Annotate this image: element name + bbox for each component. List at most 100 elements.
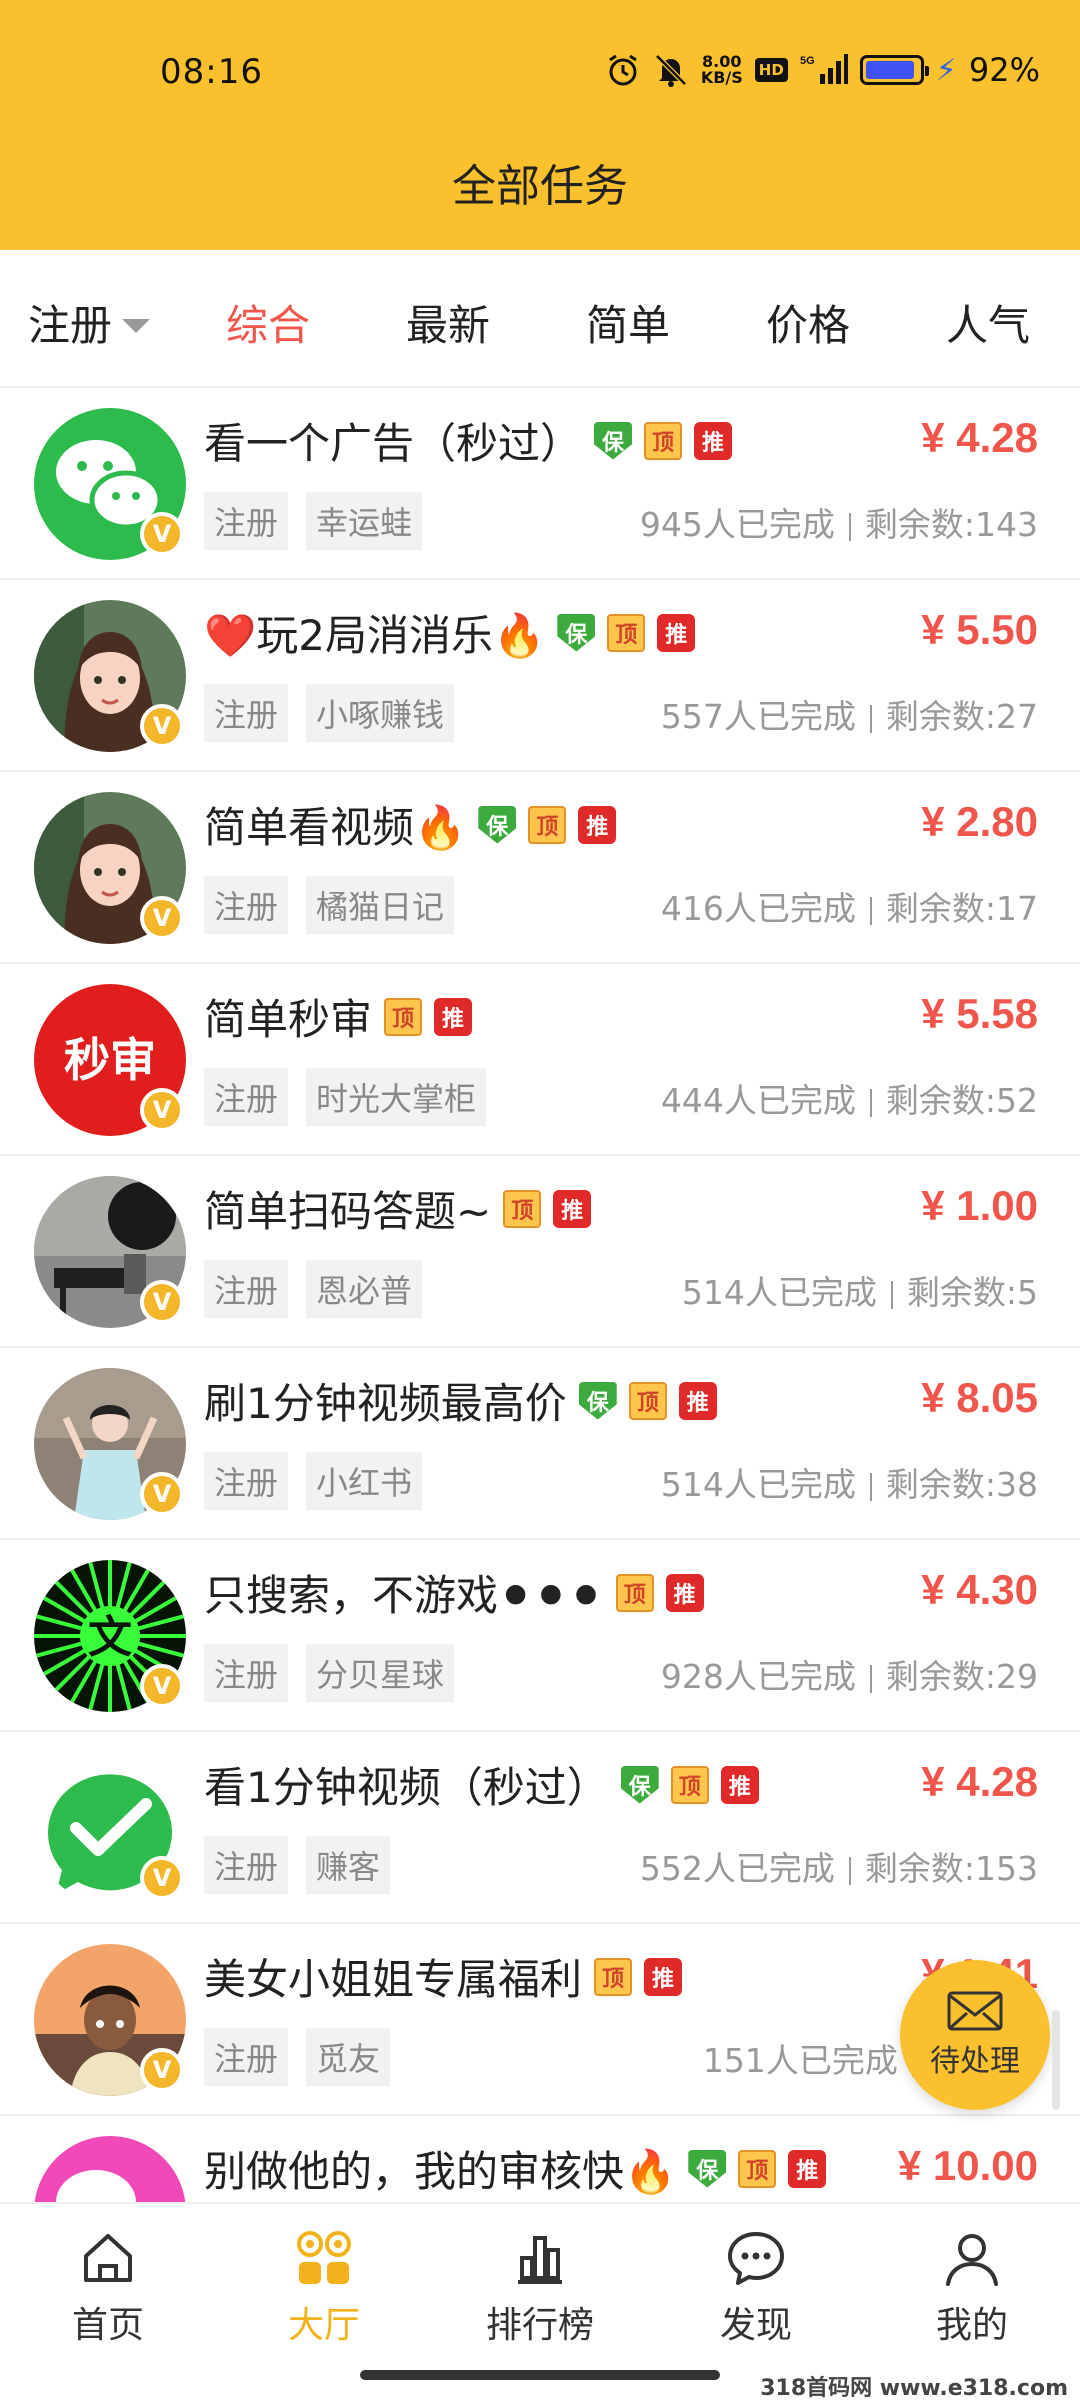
tab-newest[interactable]: 最新 [406, 292, 490, 353]
stats-divider [869, 1664, 872, 1693]
task-publisher-chip: 时光大掌柜 [306, 1068, 487, 1126]
status-icons: 8.00 KB/S HD 5G ⚡ 92% [605, 50, 1040, 90]
nav-ranking-label: 排行榜 [485, 2305, 594, 2346]
task-price: ¥ 4.28 [921, 1758, 1038, 1805]
task-category-chip: 注册 [204, 1644, 289, 1702]
task-stats: 416人已完成 剩余数:17 [661, 882, 1038, 930]
recommend-tag: 推 [665, 1573, 704, 1612]
task-publisher-chip: 赚客 [306, 1836, 391, 1894]
task-completed: 928人已完成 [660, 1657, 856, 1696]
recommend-tag: 推 [434, 997, 473, 1036]
pending-button[interactable]: 待处理 [900, 1960, 1050, 2110]
stats-divider [869, 1472, 872, 1501]
task-title: 看1分钟视频（秒过） [204, 1763, 609, 1812]
task-remaining: 剩余数:153 [864, 1849, 1038, 1888]
home-indicator[interactable] [360, 2370, 720, 2380]
task-stats: 557人已完成 剩余数:27 [661, 690, 1038, 738]
task-publisher-chip: 幸运蛙 [306, 492, 423, 550]
task-stats: 444人已完成 剩余数:52 [661, 1074, 1038, 1122]
task-price: ¥ 4.30 [921, 1566, 1038, 1613]
chat-bubble-icon [728, 2232, 784, 2285]
recommend-tag: 推 [678, 1381, 717, 1420]
task-stats: 514人已完成 剩余数:5 [682, 1266, 1038, 1314]
task-row[interactable]: V 刷1分钟视频最高价保顶推 ¥ 8.05 注册 小红书 514人已完成 剩余数:38 [0, 1348, 1080, 1540]
pin-tag: 顶 [503, 1189, 542, 1228]
task-category-chip: 注册 [204, 1068, 289, 1126]
recommend-tag: 推 [553, 1189, 592, 1228]
battery-icon [859, 55, 929, 85]
guarantee-tag: 保 [688, 2149, 727, 2188]
task-completed: 151人已完成 [702, 2041, 898, 2080]
task-stats: 514人已完成 剩余数:38 [661, 1458, 1038, 1506]
recommend-tag: 推 [657, 613, 696, 652]
tab-price[interactable]: 价格 [766, 292, 850, 353]
verified-badge-icon: V [140, 896, 184, 940]
task-row[interactable]: 文 V 只搜索，不游戏⚫⚫⚫ 顶推 ¥ 4.30 注册 分贝星球 928人已完成 剩余数:29 [0, 1540, 1080, 1732]
guarantee-tag: 保 [557, 613, 596, 652]
task-completed: 552人已完成 [639, 1849, 835, 1888]
task-remaining: 剩余数:17 [885, 889, 1038, 928]
svg-text:秒审: 秒审 [64, 1033, 156, 1087]
task-stats: 552人已完成 剩余数:153 [640, 1842, 1038, 1890]
svg-text:文: 文 [88, 1612, 132, 1663]
task-remaining: 剩余数:38 [885, 1465, 1038, 1504]
task-category-chip: 注册 [204, 684, 289, 742]
task-remaining: 剩余数:5 [906, 1273, 1038, 1312]
task-remaining: 剩余数:29 [885, 1657, 1038, 1696]
register-filter-label: 注册 [28, 301, 113, 350]
nav-discover[interactable]: 发现 [676, 2226, 836, 2348]
nav-home[interactable]: 首页 [28, 2226, 188, 2348]
guarantee-tag: 保 [478, 805, 517, 844]
task-row[interactable]: 秒审 V 简单秒审顶推 ¥ 5.58 注册 时光大掌柜 444人已完成 剩余数:52 [0, 964, 1080, 1156]
task-completed: 416人已完成 [660, 889, 856, 928]
tab-comprehensive[interactable]: 综合 [226, 292, 310, 353]
task-completed: 945人已完成 [639, 505, 835, 544]
task-row[interactable]: V 看1分钟视频（秒过） 保顶推 ¥ 4.28 注册 赚客 552人已完成 剩余数:153 [0, 1732, 1080, 1924]
stats-divider [869, 704, 872, 733]
recommend-tag: 推 [644, 1957, 683, 1996]
alarm-icon [605, 50, 641, 90]
nav-home-label: 首页 [71, 2305, 144, 2346]
nav-mine[interactable]: 我的 [892, 2226, 1052, 2348]
caret-down-icon [122, 318, 151, 333]
task-price: ¥ 5.58 [921, 990, 1038, 1037]
task-title-line: 别做他的，我的审核快🔥 保顶推 [204, 2138, 827, 2199]
ranking-icon [518, 2236, 562, 2284]
stats-divider [869, 1088, 872, 1117]
task-completed: 514人已完成 [681, 1273, 877, 1312]
nav-ranking[interactable]: 排行榜 [460, 2226, 620, 2348]
task-title-line: 只搜索，不游戏⚫⚫⚫ 顶推 [204, 1562, 704, 1623]
register-filter-dropdown[interactable]: 注册 [28, 292, 151, 353]
pin-tag: 顶 [594, 1957, 633, 1996]
task-title: 简单看视频🔥 [204, 803, 467, 852]
task-title-line: 简单秒审顶推 [204, 986, 473, 1047]
task-title: 美女小姐姐专属福利 [204, 1955, 583, 2004]
task-row[interactable]: V 简单看视频🔥 保顶推 ¥ 2.80 注册 橘猫日记 416人已完成 剩余数:17 [0, 772, 1080, 964]
net-speed-unit: KB/S [700, 68, 743, 87]
mail-icon [947, 1991, 1003, 2031]
scrollbar[interactable] [1052, 2010, 1060, 2110]
task-category-chip: 注册 [204, 1836, 289, 1894]
task-row[interactable]: V ❤️玩2局消消乐🔥 保顶推 ¥ 5.50 注册 小啄赚钱 557人已完成 剩余数:27 [0, 580, 1080, 772]
task-price: ¥ 5.50 [921, 606, 1038, 653]
task-remaining: 剩余数:143 [864, 505, 1038, 544]
task-title-line: 看1分钟视频（秒过） 保顶推 [204, 1754, 759, 1815]
stats-divider [890, 1280, 893, 1309]
page-title: 全部任务 [452, 161, 628, 212]
task-category-chip: 注册 [204, 492, 289, 550]
pin-tag: 顶 [528, 805, 567, 844]
stats-divider [848, 512, 851, 541]
guarantee-tag: 保 [578, 1381, 617, 1420]
battery-fill [865, 61, 914, 79]
verified-badge-icon: V [140, 2048, 184, 2092]
nav-mine-label: 我的 [935, 2305, 1008, 2346]
home-icon [84, 2234, 132, 2282]
task-publisher-chip: 觅友 [306, 2028, 391, 2086]
verified-badge-icon: V [140, 1280, 184, 1324]
task-row[interactable]: V 看一个广告（秒过） 保顶推 ¥ 4.28 注册 幸运蛙 945人已完成 剩余数:143 [0, 388, 1080, 580]
tab-popularity[interactable]: 人气 [946, 292, 1030, 353]
task-row[interactable]: V 简单扫码答题~ 顶推 ¥ 1.00 注册 恩必普 514人已完成 剩余数:5 [0, 1156, 1080, 1348]
tab-simple[interactable]: 简单 [586, 292, 670, 353]
recommend-tag: 推 [788, 2149, 827, 2188]
nav-hall[interactable]: 大厅 [244, 2226, 404, 2348]
